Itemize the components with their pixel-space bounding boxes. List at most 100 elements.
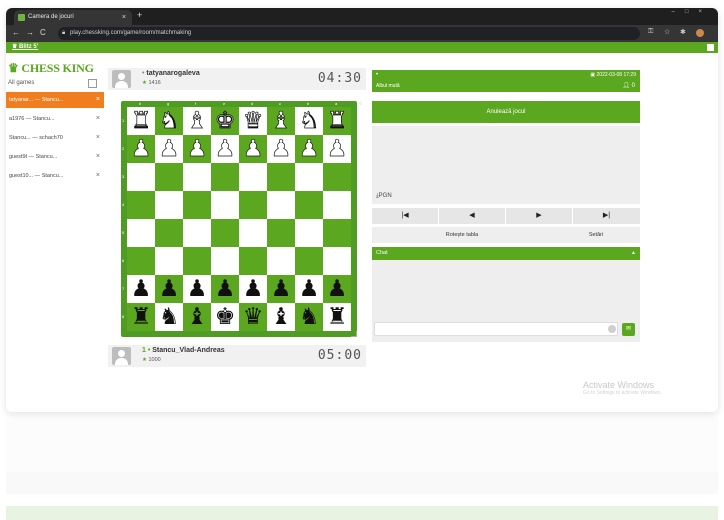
close-tab-icon[interactable]: × xyxy=(122,10,126,25)
board-square[interactable] xyxy=(211,247,239,275)
all-games-checkbox[interactable] xyxy=(88,79,97,88)
chess-piece[interactable]: ♟ xyxy=(267,135,295,163)
site-logo[interactable]: ♛ CHESS KING xyxy=(8,61,94,76)
chess-piece[interactable]: ♚ xyxy=(211,303,239,331)
close-game-icon[interactable]: × xyxy=(96,130,100,146)
chess-piece[interactable]: ♟ xyxy=(211,275,239,303)
first-move-button[interactable]: |◀ xyxy=(372,208,439,224)
chess-piece[interactable]: ♜ xyxy=(127,107,155,135)
next-move-button[interactable]: ▶ xyxy=(506,208,573,224)
chess-piece[interactable]: ♞ xyxy=(295,303,323,331)
rotate-board-button[interactable]: Rotește tabla xyxy=(372,227,552,243)
chess-piece[interactable]: ♟ xyxy=(267,275,295,303)
board-square[interactable] xyxy=(295,191,323,219)
chess-piece[interactable]: ♞ xyxy=(155,303,183,331)
chess-piece[interactable]: ♛ xyxy=(239,107,267,135)
back-icon[interactable]: ← xyxy=(12,28,20,37)
board-square[interactable] xyxy=(155,219,183,247)
chess-piece[interactable]: ♟ xyxy=(155,275,183,303)
key-icon[interactable]: ⚿ xyxy=(648,28,653,36)
fullscreen-toggle-icon[interactable] xyxy=(707,44,714,51)
browser-tab[interactable]: Camera de jocuri × xyxy=(14,10,132,25)
close-game-icon[interactable]: × xyxy=(96,92,100,108)
board-square[interactable] xyxy=(183,247,211,275)
board-square[interactable] xyxy=(295,163,323,191)
board-square[interactable] xyxy=(239,247,267,275)
board-square[interactable] xyxy=(127,247,155,275)
collapse-icon[interactable]: ▲ xyxy=(631,247,636,260)
board-square[interactable] xyxy=(239,219,267,247)
chess-piece[interactable]: ♜ xyxy=(323,303,351,331)
game-list-item[interactable]: a1976 — Stancu... × xyxy=(6,111,104,127)
chess-piece[interactable]: ♟ xyxy=(183,275,211,303)
bottom-player-name[interactable]: Stancu_Vlad-Andreas xyxy=(152,347,224,354)
board-square[interactable] xyxy=(239,191,267,219)
board-resize-handle[interactable] xyxy=(351,331,357,337)
board-square[interactable] xyxy=(127,163,155,191)
chess-piece[interactable]: ♟ xyxy=(127,275,155,303)
game-list-item[interactable]: guest9t — Stancu... × xyxy=(6,149,104,165)
chess-piece[interactable]: ♟ xyxy=(295,275,323,303)
board-square[interactable] xyxy=(183,163,211,191)
chess-piece[interactable]: ♟ xyxy=(183,135,211,163)
board-square[interactable] xyxy=(323,247,351,275)
chess-piece[interactable]: ♝ xyxy=(183,107,211,135)
chess-piece[interactable]: ♞ xyxy=(155,107,183,135)
mode-link[interactable]: ♛ Blitz 5' xyxy=(12,43,38,50)
chess-piece[interactable]: ♚ xyxy=(211,107,239,135)
game-list-item[interactable]: guest10... — Stancu... × xyxy=(6,168,104,184)
board-square[interactable] xyxy=(183,191,211,219)
chess-piece[interactable]: ♛ xyxy=(239,303,267,331)
chess-piece[interactable]: ♜ xyxy=(323,107,351,135)
chess-piece[interactable]: ♟ xyxy=(323,275,351,303)
game-list-item[interactable]: tatyanar... — Stancu... × xyxy=(6,92,104,108)
game-list-item[interactable]: Stancu... — schach70 × xyxy=(6,130,104,146)
chess-piece[interactable]: ♝ xyxy=(183,303,211,331)
last-move-button[interactable]: ▶| xyxy=(573,208,640,224)
abort-game-button[interactable]: Anulează jocul xyxy=(372,101,640,123)
chess-piece[interactable]: ♝ xyxy=(267,303,295,331)
window-controls[interactable]: –□× xyxy=(672,9,712,15)
forward-icon[interactable]: → xyxy=(26,28,34,37)
settings-button[interactable]: Setări xyxy=(552,227,640,243)
board-square[interactable] xyxy=(239,163,267,191)
chat-input[interactable] xyxy=(374,322,618,336)
reload-icon[interactable]: C xyxy=(40,28,46,37)
profile-avatar-icon[interactable] xyxy=(696,29,704,37)
chess-piece[interactable]: ♜ xyxy=(127,303,155,331)
board-square[interactable] xyxy=(267,247,295,275)
emoji-icon[interactable] xyxy=(608,325,616,333)
board-square[interactable] xyxy=(211,219,239,247)
url-input[interactable]: 🔒︎ play.chessking.com/game/room/matchmak… xyxy=(58,27,640,40)
extensions-icon[interactable]: ✱ xyxy=(680,28,686,36)
chess-piece[interactable]: ♟ xyxy=(239,135,267,163)
chess-piece[interactable]: ♟ xyxy=(211,135,239,163)
chess-piece[interactable]: ♟ xyxy=(295,135,323,163)
board-square[interactable] xyxy=(127,219,155,247)
board-square[interactable] xyxy=(267,163,295,191)
top-player-name[interactable]: tatyanarogaleva xyxy=(146,70,199,77)
close-game-icon[interactable]: × xyxy=(96,149,100,165)
board-square[interactable] xyxy=(155,191,183,219)
board-square[interactable] xyxy=(211,191,239,219)
chess-piece[interactable]: ♟ xyxy=(323,135,351,163)
board-square[interactable] xyxy=(323,191,351,219)
pgn-download-link[interactable]: ⤓PGN xyxy=(376,193,392,200)
chess-piece[interactable]: ♝ xyxy=(267,107,295,135)
board-square[interactable] xyxy=(211,163,239,191)
board-square[interactable] xyxy=(267,191,295,219)
chat-header[interactable]: Chat ▲ xyxy=(372,247,640,260)
chessboard[interactable]: ♜ ♞ ♝ ♚ ♛ ♝ ♞ ♜ ♟ ♟ ♟ ♟ ♟ ♟ ♟ ♟ ♟ ♟ ♟ ♟ ♟ ♟ ♟ ♟ ♜ ♞ ♝ ♚ ♛ ♝ ♞ ♜ h g f e d c b a… xyxy=(121,101,357,337)
board-square[interactable] xyxy=(155,247,183,275)
chess-piece[interactable]: ♟ xyxy=(127,135,155,163)
board-square[interactable] xyxy=(267,219,295,247)
chess-piece[interactable]: ♞ xyxy=(295,107,323,135)
board-square[interactable] xyxy=(127,191,155,219)
board-square[interactable] xyxy=(323,163,351,191)
board-square[interactable] xyxy=(323,219,351,247)
board-square[interactable] xyxy=(295,247,323,275)
board-square[interactable] xyxy=(295,219,323,247)
send-message-button[interactable]: ✉ xyxy=(622,323,635,336)
bookmark-star-icon[interactable]: ☆ xyxy=(664,28,670,36)
close-game-icon[interactable]: × xyxy=(96,111,100,127)
